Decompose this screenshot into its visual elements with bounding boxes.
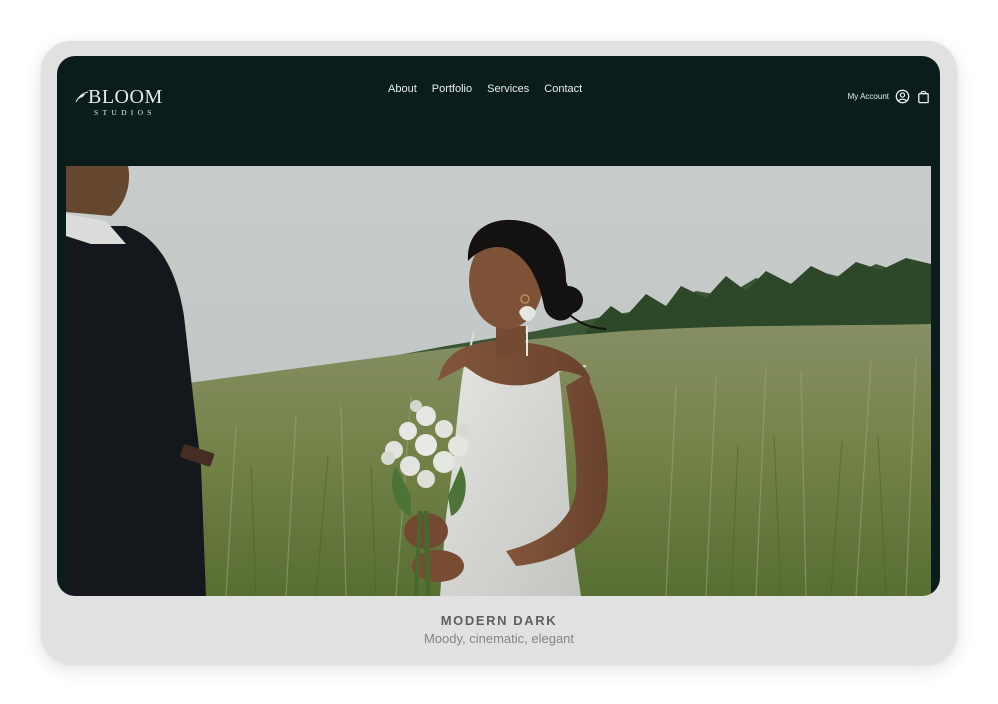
account-area: My Account [848,89,931,104]
nav-item-contact[interactable]: Contact [544,82,582,96]
user-circle-icon[interactable] [895,89,910,104]
my-account-link[interactable]: My Account [848,92,889,101]
theme-title: MODERN DARK [440,613,558,628]
nav-item-services[interactable]: Services [487,82,529,96]
hero-photo-illustration [66,166,931,596]
logo-subtitle: STUDIOS [94,108,156,117]
leaf-icon [75,91,89,103]
nav-item-portfolio[interactable]: Portfolio [432,82,472,96]
website-preview: BLOOM STUDIOS About Portfolio Services C… [57,56,940,596]
logo-wordmark: BLOOM [88,86,163,108]
hero-image [66,166,931,596]
site-logo[interactable]: BLOOM STUDIOS [75,86,175,118]
theme-subtitle: Moody, cinematic, elegant [423,631,575,646]
main-nav: About Portfolio Services Contact [388,82,597,96]
shopping-bag-icon[interactable] [916,89,931,104]
nav-item-about[interactable]: About [388,82,417,96]
